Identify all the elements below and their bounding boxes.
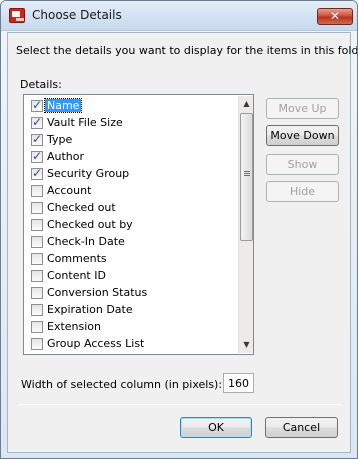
list-item[interactable]: Security Group xyxy=(25,165,237,182)
checkbox-checked-icon[interactable] xyxy=(31,98,43,112)
checkbox-unchecked-icon[interactable] xyxy=(31,320,43,333)
list-item[interactable]: Checked out by xyxy=(25,216,237,233)
choose-details-dialog: Choose Details ✕ Select the details you … xyxy=(0,0,358,459)
list-item-label: Author xyxy=(47,150,85,163)
list-item[interactable]: Expiration Date xyxy=(25,301,237,318)
checkbox-unchecked-icon[interactable] xyxy=(31,235,43,248)
details-listbox[interactable]: Name Vault File Size Type Author Security Gr… xyxy=(23,94,254,355)
ok-button[interactable]: OK xyxy=(180,417,252,438)
list-item-label: Account xyxy=(47,184,92,197)
scroll-down-arrow-icon[interactable]: ▼ xyxy=(239,337,254,353)
list-item[interactable]: Group Access List xyxy=(25,335,237,352)
list-item-label: Checked out xyxy=(47,201,116,214)
grip-icon xyxy=(244,171,250,172)
list-item-label: Content ID xyxy=(47,269,106,282)
checkbox-checked-icon[interactable] xyxy=(31,149,43,163)
show-button[interactable]: Show xyxy=(266,154,339,175)
list-item-label: Checked out by xyxy=(47,218,133,231)
list-item[interactable]: Conversion Status xyxy=(25,284,237,301)
list-item-label: Comments xyxy=(47,252,107,265)
checkbox-checked-icon[interactable] xyxy=(31,166,43,180)
list-item[interactable]: Vault File Size xyxy=(25,114,237,131)
list-item-label: Type xyxy=(47,133,73,146)
list-item-label: Name xyxy=(43,98,83,113)
move-down-button[interactable]: Move Down xyxy=(266,125,339,146)
list-item-label: Extension xyxy=(47,320,102,333)
list-item[interactable]: Checked out xyxy=(25,199,237,216)
checkbox-unchecked-icon[interactable] xyxy=(31,252,43,265)
instructions-text: Select the details you want to display f… xyxy=(16,44,358,57)
list-item[interactable]: Author xyxy=(25,148,237,165)
list-item-label: Vault File Size xyxy=(47,116,123,129)
details-list: Name Vault File Size Type Author Security Gr… xyxy=(25,96,237,353)
window-title: Choose Details xyxy=(32,8,122,22)
checkbox-unchecked-icon[interactable] xyxy=(31,269,43,282)
scroll-thumb[interactable] xyxy=(240,113,253,241)
vertical-scrollbar[interactable]: ▲ ▼ xyxy=(238,96,253,353)
column-width-input[interactable] xyxy=(223,373,254,393)
list-item[interactable]: Account xyxy=(25,182,237,199)
hide-button[interactable]: Hide xyxy=(266,181,339,202)
checkbox-unchecked-icon[interactable] xyxy=(31,218,43,231)
app-icon xyxy=(9,8,25,23)
separator xyxy=(19,404,341,405)
list-item[interactable]: Type xyxy=(25,131,237,148)
checkbox-checked-icon[interactable] xyxy=(31,115,43,129)
checkbox-unchecked-icon[interactable] xyxy=(31,303,43,316)
details-label: Details: xyxy=(20,78,62,91)
move-up-button[interactable]: Move Up xyxy=(266,98,339,119)
list-item[interactable]: Comments xyxy=(25,250,237,267)
close-icon: ✕ xyxy=(329,9,341,23)
list-item-label: Check-In Date xyxy=(47,235,125,248)
column-width-label: Width of selected column (in pixels): xyxy=(21,378,223,391)
list-item-label: Conversion Status xyxy=(47,286,148,299)
close-button[interactable]: ✕ xyxy=(317,8,353,25)
list-item-label: Security Group xyxy=(47,167,130,180)
list-item-label: Expiration Date xyxy=(47,303,133,316)
list-item[interactable]: Name xyxy=(25,97,237,114)
title-bar[interactable]: Choose Details ✕ xyxy=(1,1,357,31)
checkbox-unchecked-icon[interactable] xyxy=(31,337,43,350)
checkbox-unchecked-icon[interactable] xyxy=(31,184,43,197)
list-item[interactable]: Check-In Date xyxy=(25,233,237,250)
scroll-up-arrow-icon[interactable]: ▲ xyxy=(239,96,254,112)
checkbox-unchecked-icon[interactable] xyxy=(31,201,43,214)
list-item[interactable]: Extension xyxy=(25,318,237,335)
checkbox-checked-icon[interactable] xyxy=(31,132,43,146)
list-item-label: Group Access List xyxy=(47,337,145,350)
cancel-button[interactable]: Cancel xyxy=(265,417,338,438)
checkbox-unchecked-icon[interactable] xyxy=(31,286,43,299)
list-item[interactable]: Content ID xyxy=(25,267,237,284)
